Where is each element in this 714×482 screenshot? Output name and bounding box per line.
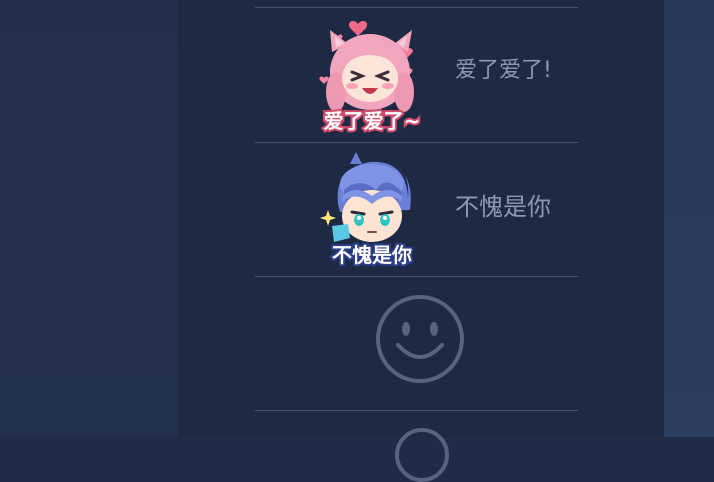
left-background (0, 0, 178, 437)
blue-hair-boy-sticker-icon: 不愧是你 (310, 146, 435, 271)
sticker-item-awesome[interactable]: 不愧是你 不愧是你 (255, 143, 578, 275)
sticker-label: 不愧是你 (332, 243, 412, 267)
next-emoji-icon[interactable] (395, 428, 449, 482)
divider (255, 410, 578, 411)
right-background (664, 0, 714, 437)
smiley-face-icon[interactable] (374, 293, 466, 385)
cat-girl-love-sticker-icon: 爱了爱了~ (310, 12, 435, 137)
sticker-item-love[interactable]: 爱了爱了~ 爱了爱了! (255, 8, 578, 141)
divider (255, 276, 578, 277)
sticker-caption: 不愧是你 (455, 193, 551, 221)
sticker-label: 爱了爱了~ (324, 109, 421, 133)
sticker-caption: 爱了爱了! (455, 58, 552, 83)
